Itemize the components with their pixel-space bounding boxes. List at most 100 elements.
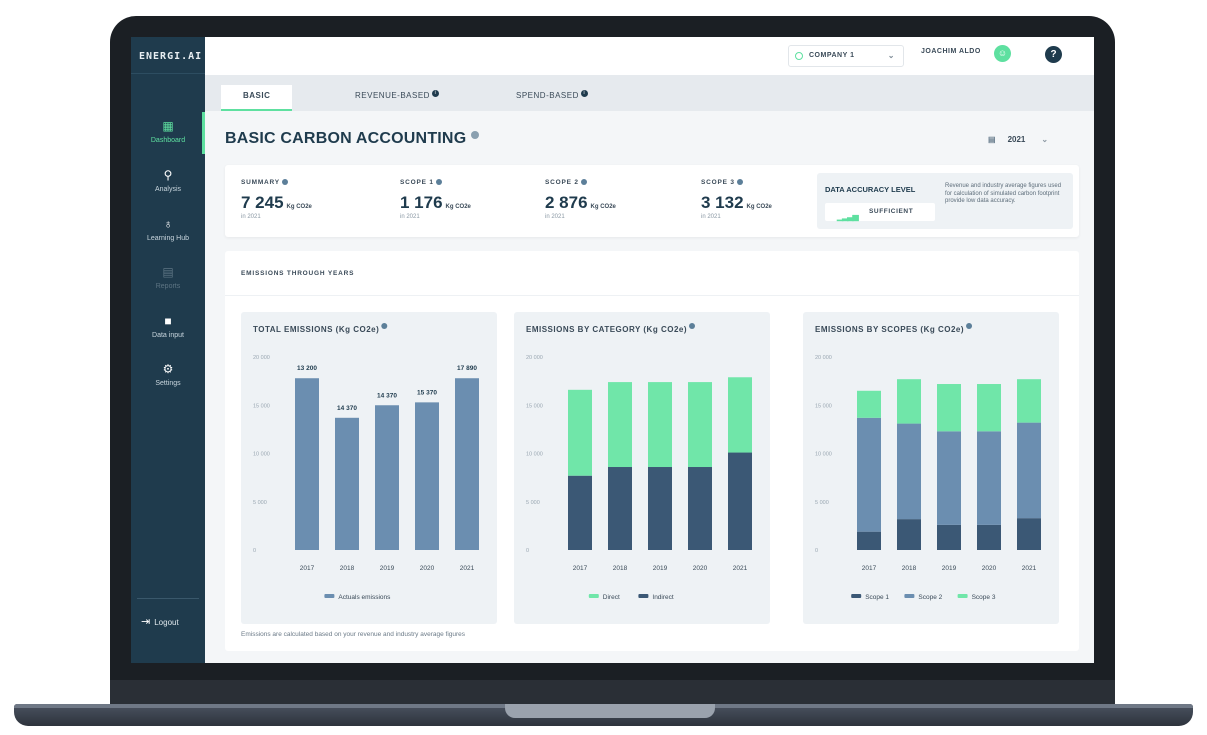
legend-swatch (324, 594, 335, 598)
metric-label: SCOPE 2 (545, 179, 616, 186)
chart-emissions-by-category-svg: EMISSIONS BY CATEGORY (Kg CO2e) 0 5 000 10 … (526, 323, 752, 601)
x-tick-label: 2017 (862, 565, 877, 572)
sidebar-item-settings[interactable]: ⚙ Settings (131, 362, 205, 387)
company-select[interactable]: COMPANY 1 ⌄ (788, 45, 904, 67)
x-tick-label: 2021 (1022, 565, 1037, 572)
tab-basic[interactable]: BASIC (221, 85, 293, 111)
chart-total-emissions: TOTAL EMISSIONS (Kg CO2e) 0 5 000 10 000 15 … (241, 312, 497, 624)
emissions-title: EMISSIONS THROUGH YEARS (241, 270, 355, 277)
bar-indirect-2021 (728, 452, 752, 550)
info-icon (966, 323, 973, 329)
tab-spend-based[interactable]: SPEND-BASED i (516, 85, 588, 111)
metric-period: in 2021 (701, 214, 721, 220)
bar-actuals-emissions-2020 (415, 402, 439, 550)
bar-scope-3-2021 (1017, 379, 1041, 423)
tab-revenue-based[interactable]: REVENUE-BASED i (355, 85, 439, 111)
chevron-down-icon: ⌄ (1041, 135, 1049, 144)
y-tick-label: 15 000 (815, 403, 832, 409)
metric-value: 1 176 (400, 193, 443, 212)
info-icon[interactable] (471, 131, 479, 139)
bar-scope-1-2021 (1017, 518, 1041, 550)
x-tick-label: 2021 (460, 565, 475, 572)
company-icon (795, 52, 803, 60)
laptop-mockup: ENERGI.AI ▦ Dashboard ⚲ Analysis ♁ Learn… (0, 0, 1207, 735)
page-title-text: BASIC CARBON ACCOUNTING (225, 130, 467, 147)
metric-unit: Kg CO2e (746, 204, 772, 210)
logout-button[interactable]: ⇥ Logout (141, 615, 179, 628)
y-tick-label: 10 000 (526, 452, 543, 458)
chevron-down-icon: ⌄ (887, 51, 895, 60)
metric-label-text: SCOPE 3 (701, 179, 735, 186)
sidebar-item-reports[interactable]: ▤ Reports (131, 265, 205, 290)
x-tick-label: 2018 (902, 565, 917, 572)
user-name[interactable]: JOACHIM ALDO (921, 48, 981, 55)
sidebar-item-label: Settings (155, 380, 181, 387)
tab-strip: BASIC REVENUE-BASED i SPEND-BASED i (205, 75, 1094, 111)
sidebar: ENERGI.AI ▦ Dashboard ⚲ Analysis ♁ Learn… (131, 37, 205, 663)
metric-period: in 2021 (545, 214, 565, 220)
accuracy-level: SUFFICIENT (869, 208, 914, 215)
bar-scope-2-2020 (977, 431, 1001, 525)
laptop-notch (505, 704, 715, 718)
legend-label: Scope 1 (865, 594, 889, 601)
legend-label: Scope 3 (972, 594, 996, 601)
info-icon[interactable]: i (431, 90, 439, 97)
metric-value: 7 245 (241, 193, 284, 212)
x-tick-label: 2020 (982, 565, 997, 572)
bar-scope-1-2020 (977, 524, 1001, 550)
metric-label-text: SUMMARY (241, 179, 280, 186)
bar-scope-3-2017 (857, 390, 881, 418)
sidebar-item-analysis[interactable]: ⚲ Analysis (131, 168, 205, 193)
metric-value-row: 1 176 Kg CO2e (400, 193, 471, 213)
sidebar-item-learning-hub[interactable]: ♁ Learning Hub (131, 217, 205, 242)
bar-scope-1-2017 (857, 531, 881, 550)
y-tick-label: 20 000 (253, 355, 270, 361)
legend-swatch (904, 594, 915, 598)
emissions-divider (225, 295, 1079, 296)
legend-label: Actuals emissions (338, 594, 391, 601)
bar-scope-3-2018 (897, 379, 921, 424)
bar-direct-2021 (728, 377, 752, 453)
metric-period: in 2021 (400, 214, 420, 220)
x-tick-label: 2020 (693, 565, 708, 572)
sidebar-item-label: Reports (155, 283, 181, 290)
legend-label: Direct (603, 594, 620, 601)
info-icon[interactable]: i (580, 90, 588, 97)
chart-emissions-by-scopes: EMISSIONS BY SCOPES (Kg CO2e) 0 5 000 10 00… (803, 312, 1059, 624)
bar-indirect-2019 (648, 467, 672, 550)
chart-title: TOTAL EMISSIONS (Kg CO2e) (253, 325, 379, 334)
legend-label: Indirect (652, 594, 674, 601)
app-screen: ENERGI.AI ▦ Dashboard ⚲ Analysis ♁ Learn… (131, 37, 1094, 663)
help-button[interactable]: ? (1045, 46, 1062, 63)
chart-emissions-by-scopes-svg: EMISSIONS BY SCOPES (Kg CO2e) 0 5 000 10 00… (815, 323, 1041, 601)
bar-actuals-emissions-2019 (375, 405, 399, 550)
x-tick-label: 2019 (942, 565, 957, 572)
lightbulb-icon: ♁ (163, 217, 173, 231)
x-tick-label: 2019 (653, 565, 668, 572)
legend-swatch (588, 594, 599, 598)
info-icon[interactable] (580, 179, 587, 185)
tab-label: REVENUE-BASED (355, 91, 430, 100)
reports-icon: ▤ (162, 265, 174, 279)
avatar[interactable]: ☺ (994, 45, 1011, 62)
folder-icon: ■ (164, 314, 172, 328)
tab-label: SPEND-BASED (516, 91, 579, 100)
app-logo[interactable]: ENERGI.AI (139, 51, 202, 62)
metric-value-row: 3 132 Kg CO2e (701, 193, 772, 213)
x-tick-label: 2021 (733, 565, 748, 572)
x-tick-label: 2017 (573, 565, 588, 572)
bar-direct-2019 (648, 382, 672, 468)
page-title: BASIC CARBON ACCOUNTING (225, 130, 479, 148)
sidebar-item-dashboard[interactable]: ▦ Dashboard (131, 119, 205, 144)
bar-data-label: 13 200 (297, 365, 317, 372)
metric-value: 3 132 (701, 193, 744, 212)
y-tick-label: 0 (526, 548, 529, 554)
metric-period: in 2021 (241, 214, 261, 220)
info-icon[interactable] (281, 179, 288, 185)
year-select[interactable]: ▤ 2021 ⌄ (988, 135, 1048, 144)
info-icon[interactable] (435, 179, 442, 185)
y-tick-label: 10 000 (815, 452, 832, 458)
info-icon[interactable] (736, 179, 743, 185)
sidebar-item-data-input[interactable]: ■ Data input (131, 314, 205, 339)
metric-value-row: 2 876 Kg CO2e (545, 193, 616, 213)
